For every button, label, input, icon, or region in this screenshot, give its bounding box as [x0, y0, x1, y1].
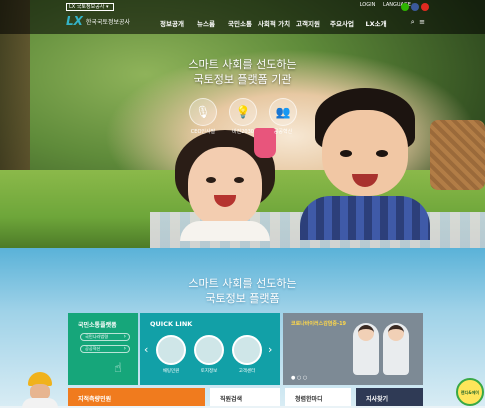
site-logo[interactable]: LX 한국국토정보공사	[66, 14, 131, 28]
quick-link-title: QUICK LINK	[150, 320, 193, 328]
nav-about[interactable]: LX소개	[359, 18, 393, 28]
people-icon[interactable]: 👥	[269, 98, 297, 126]
worker-photo	[20, 372, 60, 408]
boy-photo	[300, 88, 430, 240]
search-icon[interactable]: ⌕	[411, 18, 415, 26]
quick-label-chat[interactable]: 채팅민원	[151, 368, 191, 374]
law-button[interactable]: 국민나라법령	[80, 333, 130, 341]
integrity-tile[interactable]: 청렴한마디	[285, 388, 351, 406]
blog-icon[interactable]	[401, 3, 409, 11]
branch-finder-tile[interactable]: 지사찾기	[356, 388, 423, 406]
quick-label-center[interactable]: 고객센터	[227, 368, 267, 374]
innovation-button[interactable]: 공공혁신	[80, 345, 130, 353]
hero-title-line1: 스마트 사회를 선도하는	[188, 58, 297, 71]
facebook-icon[interactable]	[411, 3, 419, 11]
menu-icon[interactable]: ≡	[419, 18, 425, 26]
header-icons: ⌕ ≡	[411, 18, 425, 27]
quick-label-land[interactable]: 토지정보	[189, 368, 229, 374]
citizen-platform-title: 국민소통플랫폼	[78, 322, 117, 329]
nav-communication[interactable]: 국민소통	[223, 18, 257, 28]
picnic-basket	[430, 120, 485, 190]
quick-circle-land[interactable]	[194, 335, 224, 365]
section-title-line1: 스마트 사회를 선도하는	[188, 277, 297, 290]
nav-news[interactable]: 뉴스룸	[189, 18, 223, 28]
section-title-line2: 국토정보 플랫폼	[205, 292, 280, 305]
quick-circle-center[interactable]	[232, 335, 262, 365]
nav-info[interactable]: 정보공개	[155, 18, 189, 28]
quick-label-ceo[interactable]: CEO인사말	[183, 128, 223, 135]
hero-title-line2: 국토정보 플랫폼 기관	[193, 73, 292, 86]
carousel-dots[interactable]: ● ○ ○	[291, 375, 307, 381]
person-masked-2	[383, 323, 409, 375]
staff-search-tile[interactable]: 직원검색	[210, 388, 280, 406]
nav-support[interactable]: 고객지원	[291, 18, 325, 28]
lightbulb-icon[interactable]: 💡	[229, 98, 257, 126]
youtube-icon[interactable]	[421, 3, 429, 11]
main-nav: 정보공개 뉴스룸 국민소통 사회적 가치 고객지원 주요사업 LX소개	[155, 18, 393, 28]
covid-notice-card[interactable]: 코로나바이러스감염증-19 ● ○ ○	[283, 313, 423, 385]
hand-pointer-icon: ☝	[114, 361, 122, 376]
login-link[interactable]: LOGIN	[360, 2, 376, 8]
quick-label-innovation[interactable]: 공공혁신	[263, 128, 303, 135]
quick-circle-chat[interactable]	[156, 335, 186, 365]
prev-arrow-icon[interactable]: ‹	[144, 343, 148, 356]
microphone-icon[interactable]: 🎙	[189, 98, 217, 126]
nav-social-value[interactable]: 사회적 가치	[257, 18, 291, 28]
logo-text: 한국국토정보공사	[85, 18, 131, 26]
nav-business[interactable]: 주요사업	[325, 18, 359, 28]
person-masked-1	[353, 323, 379, 375]
mascot-badge[interactable]: 랜디&에이	[456, 378, 484, 406]
logo-mark: LX	[66, 14, 83, 28]
hero-banner: 스마트 사회를 선도하는 국토정보 플랫폼 기관 🎙 CEO인사말 💡 비전20…	[0, 0, 485, 248]
brand-badge[interactable]: LX 국토정보공사 ▾	[66, 3, 114, 11]
survey-request-tile[interactable]: 지적측량민원	[68, 388, 205, 406]
quick-label-vision[interactable]: 비전2030	[223, 128, 263, 135]
next-arrow-icon[interactable]: ›	[268, 343, 272, 356]
citizen-platform-card[interactable]: 국민소통플랫폼 국민나라법령 공공혁신 ☝	[68, 313, 138, 385]
quick-link-card: QUICK LINK ‹ 채팅민원 토지정보 고객센터 ›	[140, 313, 280, 385]
